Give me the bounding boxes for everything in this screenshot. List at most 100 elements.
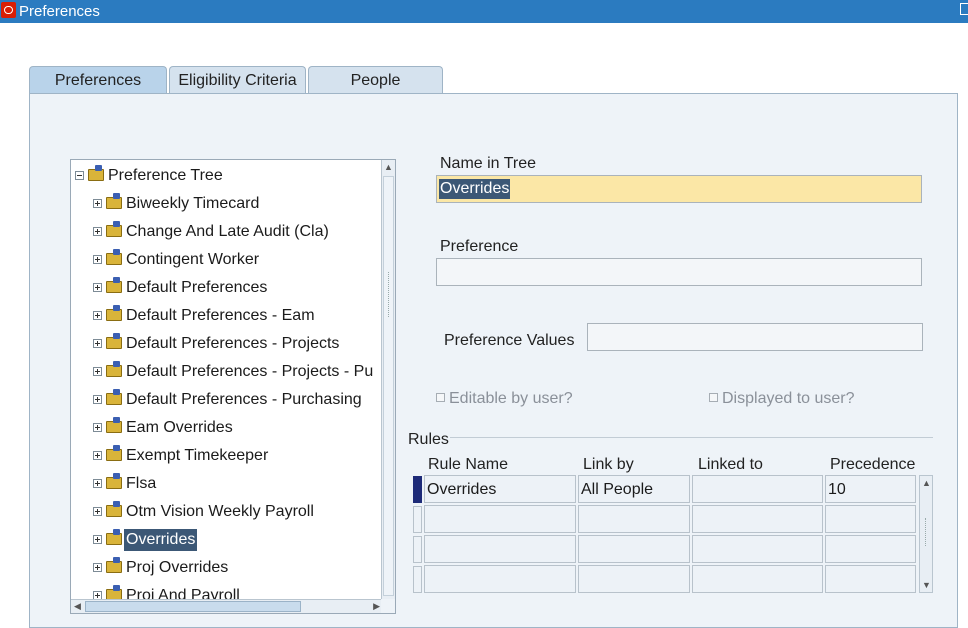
scroll-grip-icon — [925, 518, 929, 546]
linked-to-cell[interactable] — [692, 475, 823, 503]
rules-divider — [450, 437, 933, 438]
folder-icon — [106, 417, 122, 433]
tree-vertical-scrollbar[interactable]: ▲ — [381, 160, 395, 601]
tab-people[interactable]: People — [308, 66, 443, 93]
row-selector[interactable] — [413, 536, 422, 563]
tree-item[interactable]: Default Preferences - Projects - Pu — [93, 361, 383, 387]
folder-icon — [106, 501, 122, 517]
folder-icon — [106, 557, 122, 573]
expand-icon[interactable] — [93, 507, 102, 516]
row-selector[interactable] — [413, 566, 422, 593]
tree-item[interactable]: Otm Vision Weekly Payroll — [93, 501, 383, 527]
precedence-cell[interactable]: 10 — [825, 475, 916, 503]
expand-icon[interactable] — [93, 423, 102, 432]
expand-icon[interactable] — [93, 199, 102, 208]
editable-by-user-label: Editable by user? — [449, 390, 573, 407]
scroll-down-icon[interactable]: ▼ — [922, 580, 931, 590]
tree-horizontal-scrollbar[interactable]: ◀ ▶ — [71, 599, 383, 613]
displayed-to-user-checkbox[interactable] — [709, 393, 718, 402]
expand-icon[interactable] — [93, 339, 102, 348]
link-by-cell[interactable] — [578, 535, 690, 563]
expand-icon[interactable] — [93, 367, 102, 376]
folder-icon — [106, 445, 122, 461]
scroll-up-icon[interactable]: ▲ — [922, 478, 931, 488]
folder-icon — [106, 361, 122, 377]
tree-item[interactable]: Default Preferences - Eam — [93, 305, 383, 331]
oracle-app-icon — [1, 2, 16, 18]
col-header-rule-name: Rule Name — [428, 456, 509, 473]
expand-icon[interactable] — [93, 535, 102, 544]
tab-eligibility-criteria[interactable]: Eligibility Criteria — [169, 66, 306, 93]
preference-values-input[interactable] — [587, 323, 923, 351]
rules-vertical-scrollbar[interactable]: ▲ ▼ — [919, 475, 933, 593]
window-restore-icon[interactable] — [960, 3, 968, 15]
preference-values-label: Preference Values — [444, 332, 575, 349]
linked-to-cell[interactable] — [692, 565, 823, 593]
scroll-left-icon[interactable]: ◀ — [74, 601, 81, 611]
tree-item[interactable]: Eam Overrides — [93, 417, 383, 443]
expand-icon[interactable] — [93, 311, 102, 320]
rules-section-title: Rules — [408, 431, 449, 448]
tree-item[interactable]: Default Preferences - Purchasing — [93, 389, 383, 415]
collapse-icon[interactable] — [75, 171, 84, 180]
expand-icon[interactable] — [93, 451, 102, 460]
folder-icon — [106, 389, 122, 405]
tree-vertical-scroll-thumb[interactable] — [383, 176, 394, 596]
link-by-cell[interactable] — [578, 565, 690, 593]
preference-input[interactable] — [436, 258, 922, 286]
editable-by-user-checkbox[interactable] — [436, 393, 445, 402]
tree-item[interactable]: Contingent Worker — [93, 249, 383, 275]
scroll-corner — [381, 599, 395, 613]
tree-item[interactable]: Default Preferences — [93, 277, 383, 303]
row-selector-current[interactable] — [413, 476, 422, 503]
precedence-cell[interactable] — [825, 535, 916, 563]
link-by-cell[interactable]: All People — [578, 475, 690, 503]
folder-icon — [106, 249, 122, 265]
tree-item[interactable]: Flsa — [93, 473, 383, 499]
expand-icon[interactable] — [93, 283, 102, 292]
rule-name-cell[interactable] — [424, 565, 576, 593]
name-in-tree-label: Name in Tree — [440, 155, 537, 172]
col-header-precedence: Precedence — [830, 456, 916, 473]
tree-item[interactable]: Change And Late Audit (Cla) — [93, 221, 383, 247]
scroll-right-icon[interactable]: ▶ — [373, 601, 380, 611]
tree-rows: Preference Tree Biweekly Timecard Change… — [71, 160, 383, 601]
folder-icon — [106, 221, 122, 237]
tree-root-label: Preference Tree — [108, 167, 223, 184]
linked-to-cell[interactable] — [692, 505, 823, 533]
tree-item[interactable]: Default Preferences - Projects — [93, 333, 383, 359]
expand-icon[interactable] — [93, 255, 102, 264]
precedence-cell[interactable] — [825, 505, 916, 533]
tab-preferences[interactable]: Preferences — [29, 66, 167, 93]
linked-to-cell[interactable] — [692, 535, 823, 563]
scroll-grip-icon — [388, 272, 392, 317]
folder-icon — [106, 529, 122, 545]
expand-icon[interactable] — [93, 479, 102, 488]
row-selector[interactable] — [413, 506, 422, 533]
tree-item[interactable]: Exempt Timekeeper — [93, 445, 383, 471]
expand-icon[interactable] — [93, 227, 102, 236]
title-bar: Preferences — [0, 0, 968, 23]
tree-root[interactable]: Preference Tree — [75, 165, 375, 191]
tree-item-selected[interactable]: Overrides — [93, 529, 383, 555]
preference-label: Preference — [440, 238, 519, 255]
col-header-link-by: Link by — [583, 456, 634, 473]
name-in-tree-input[interactable]: Overrides — [436, 175, 922, 203]
tree-horizontal-scroll-thumb[interactable] — [85, 601, 301, 612]
expand-icon[interactable] — [93, 563, 102, 572]
expand-icon[interactable] — [93, 395, 102, 404]
tree-item[interactable]: Biweekly Timecard — [93, 193, 383, 219]
link-by-cell[interactable] — [578, 505, 690, 533]
folder-icon — [106, 277, 122, 293]
precedence-cell[interactable] — [825, 565, 916, 593]
folder-icon — [106, 473, 122, 489]
col-header-linked-to: Linked to — [698, 456, 763, 473]
rule-name-cell[interactable] — [424, 505, 576, 533]
rule-name-cell[interactable] — [424, 535, 576, 563]
window-title: Preferences — [19, 3, 100, 20]
rule-name-cell[interactable]: Overrides — [424, 475, 576, 503]
folder-icon — [106, 305, 122, 321]
tree-item[interactable]: Proj Overrides — [93, 557, 383, 583]
preference-tree[interactable]: Preference Tree Biweekly Timecard Change… — [70, 159, 396, 614]
scroll-up-icon[interactable]: ▲ — [384, 162, 393, 172]
